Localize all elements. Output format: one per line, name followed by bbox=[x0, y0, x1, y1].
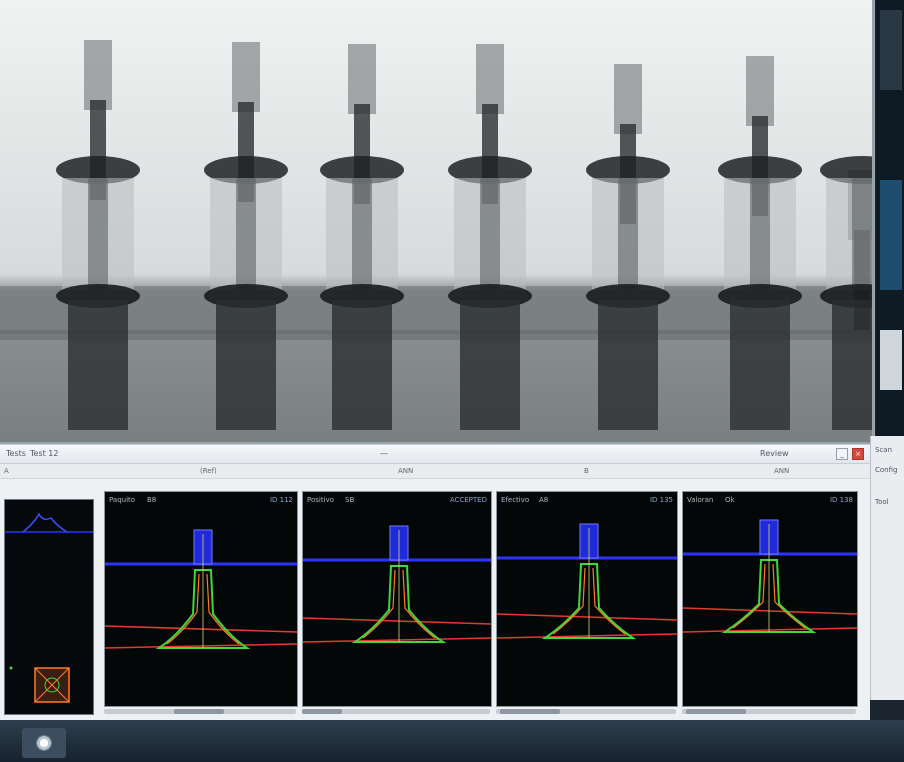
syringe-shape bbox=[84, 40, 112, 110]
toolbar: A (Ref) ANN B ANN bbox=[0, 464, 870, 479]
xray-image bbox=[0, 0, 872, 442]
syringe-shape bbox=[332, 300, 392, 430]
overview-graphic bbox=[5, 512, 93, 703]
syringe-shape bbox=[352, 178, 372, 290]
window-title-bar: Tests Test 12 — Review _ × bbox=[0, 445, 870, 464]
syringe-shape bbox=[236, 178, 256, 290]
syringe-shape bbox=[730, 300, 790, 430]
syringe-shape bbox=[460, 300, 520, 430]
view-label: Positivo bbox=[307, 496, 334, 504]
start-button[interactable] bbox=[22, 728, 66, 758]
syringe-shape bbox=[232, 42, 260, 112]
syringe-shape bbox=[598, 300, 658, 430]
syringe-shape bbox=[832, 300, 872, 430]
horizontal-scrollbar[interactable] bbox=[104, 709, 296, 714]
syringe-shape bbox=[476, 44, 504, 114]
horizontal-scrollbar[interactable] bbox=[496, 709, 676, 714]
syringe-shape bbox=[348, 44, 376, 114]
toolbar-item[interactable]: (Ref) bbox=[200, 467, 217, 475]
side-panel-label[interactable]: Scan bbox=[875, 446, 892, 454]
view-label: Paquito bbox=[109, 496, 136, 504]
close-button[interactable]: × bbox=[852, 448, 864, 460]
syringe-shape bbox=[68, 300, 128, 430]
title-item: Review bbox=[760, 449, 789, 458]
toolbar-item[interactable]: ANN bbox=[774, 467, 789, 475]
side-panel-label[interactable]: Config bbox=[875, 466, 897, 474]
syringe-shape bbox=[852, 178, 872, 290]
overview-thumbnail[interactable] bbox=[4, 499, 94, 715]
inspection-view[interactable]: Efectivo A8 ID 135 bbox=[496, 491, 678, 707]
view-tag: Ok bbox=[725, 496, 735, 504]
minimize-button[interactable]: _ bbox=[836, 448, 848, 460]
view-tag: A8 bbox=[539, 496, 549, 504]
title-item: — bbox=[380, 449, 388, 458]
contour-overlay bbox=[497, 523, 677, 639]
view-id: ACCEPTED bbox=[449, 496, 487, 504]
inspection-view[interactable]: Valoran Ok ID 138 bbox=[682, 491, 858, 707]
fit-line bbox=[303, 617, 491, 625]
syringe-shape bbox=[480, 178, 500, 290]
view-tag: B8 bbox=[147, 496, 157, 504]
contour-overlay bbox=[105, 529, 297, 649]
taskbar bbox=[0, 720, 904, 762]
toolbar-item[interactable]: A bbox=[4, 467, 9, 475]
view-tag: SB bbox=[345, 496, 355, 504]
contour-overlay bbox=[303, 525, 491, 643]
side-panel-label[interactable]: Tool bbox=[875, 498, 889, 506]
fit-line bbox=[683, 607, 857, 615]
horizontal-scrollbar[interactable] bbox=[682, 709, 856, 714]
fit-line bbox=[497, 613, 677, 621]
syringe-shape bbox=[614, 64, 642, 134]
title-item: Test 12 bbox=[30, 449, 59, 458]
inspection-view[interactable]: Positivo SB ACCEPTED bbox=[302, 491, 492, 707]
view-id: ID 135 bbox=[649, 496, 673, 504]
view-id: ID 112 bbox=[269, 496, 293, 504]
syringe-shape bbox=[618, 178, 638, 290]
toolbar-item[interactable]: B bbox=[584, 467, 589, 475]
secondary-monitor-edge bbox=[876, 0, 904, 440]
horizontal-scrollbar[interactable] bbox=[302, 709, 490, 714]
start-orb-icon bbox=[36, 735, 52, 751]
xray-image-viewer[interactable] bbox=[0, 0, 875, 445]
view-id: ID 138 bbox=[829, 496, 853, 504]
contour-overlay bbox=[683, 519, 857, 633]
side-panel: Scan Config Tool bbox=[870, 436, 904, 700]
syringe-shape bbox=[216, 300, 276, 430]
inspection-window: Tests Test 12 — Review _ × A (Ref) ANN B… bbox=[0, 444, 870, 721]
title-item: Tests bbox=[6, 449, 26, 458]
inspection-view[interactable]: Paquito B8 ID 112 bbox=[104, 491, 298, 707]
view-label: Efectivo bbox=[501, 496, 530, 504]
syringe-shape bbox=[746, 56, 774, 126]
toolbar-item[interactable]: ANN bbox=[398, 467, 413, 475]
fit-line bbox=[105, 625, 297, 633]
syringe-shape bbox=[88, 178, 108, 290]
syringe-shape bbox=[750, 178, 770, 290]
view-label: Valoran bbox=[687, 496, 714, 504]
